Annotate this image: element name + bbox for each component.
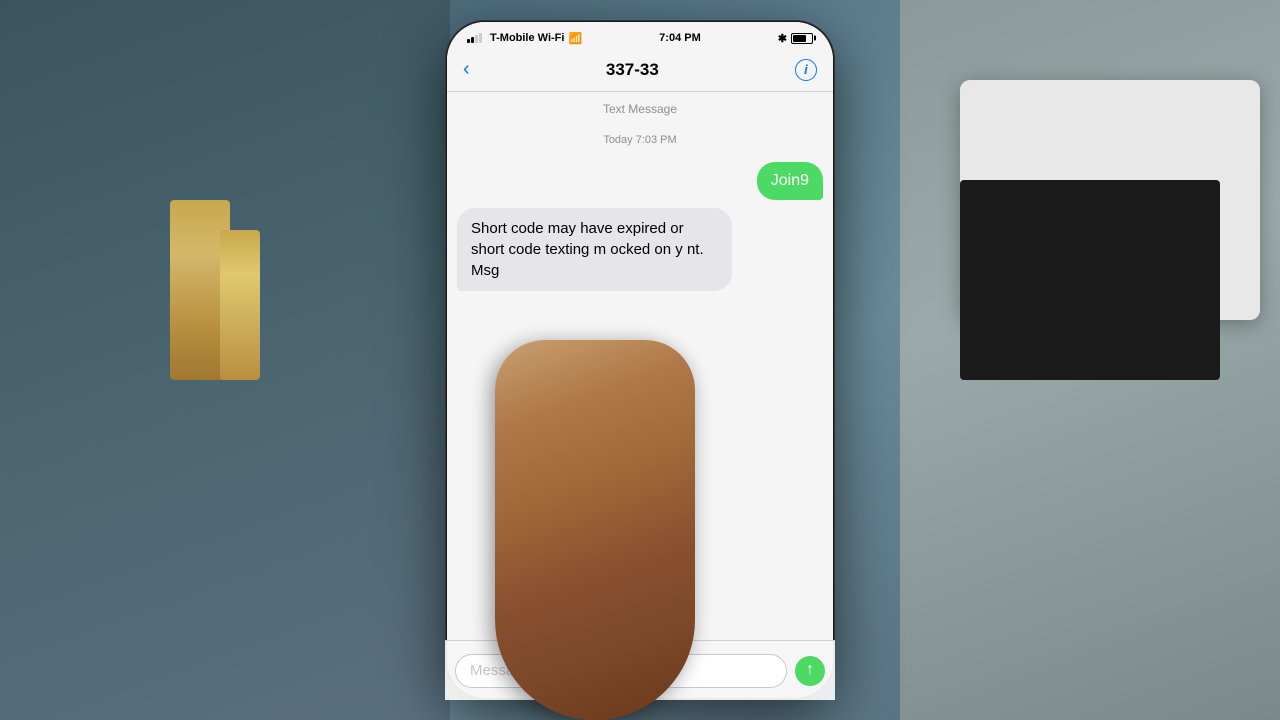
- input-bar: Message ↑: [447, 640, 833, 698]
- bar2: [471, 37, 474, 43]
- incoming-bubble: Short code may have expired or short cod…: [457, 208, 732, 291]
- bg-gold-object2: [220, 230, 260, 380]
- status-right: ✱: [778, 32, 813, 45]
- outgoing-bubble: Join9: [757, 162, 823, 200]
- status-left: T-Mobile Wi-Fi 📶: [467, 32, 582, 45]
- bar4: [479, 33, 482, 43]
- send-button[interactable]: ↑: [795, 656, 825, 686]
- signal-bars: [467, 33, 482, 43]
- time-label: 7:04 PM: [659, 32, 701, 44]
- info-button[interactable]: i: [795, 59, 817, 81]
- message-type-label: Text Message: [457, 102, 823, 116]
- back-button[interactable]: ‹: [463, 58, 470, 81]
- battery-icon: [791, 33, 813, 44]
- monitor-screen: [960, 180, 1220, 380]
- battery-fill: [793, 35, 806, 42]
- monitor-frame: [960, 80, 1260, 320]
- scene: T-Mobile Wi-Fi 📶 7:04 PM ✱ ‹ 337-33: [0, 0, 1280, 720]
- phone-wrapper: T-Mobile Wi-Fi 📶 7:04 PM ✱ ‹ 337-33: [445, 20, 835, 700]
- wifi-icon: 📶: [568, 32, 582, 45]
- message-input-placeholder: Message: [470, 662, 531, 679]
- bluetooth-icon: ✱: [778, 32, 787, 45]
- message-input[interactable]: Message: [455, 654, 787, 688]
- send-arrow-icon: ↑: [806, 661, 814, 679]
- bar1: [467, 39, 470, 43]
- status-bar: T-Mobile Wi-Fi 📶 7:04 PM ✱: [447, 22, 833, 50]
- message-area[interactable]: Text Message Today 7:03 PM Join9 Short c…: [447, 92, 833, 698]
- phone-inner: T-Mobile Wi-Fi 📶 7:04 PM ✱ ‹ 337-33: [447, 22, 833, 698]
- carrier-label: T-Mobile Wi-Fi: [490, 32, 564, 44]
- phone: T-Mobile Wi-Fi 📶 7:04 PM ✱ ‹ 337-33: [445, 20, 835, 700]
- bar3: [475, 35, 478, 43]
- nav-bar: ‹ 337-33 i: [447, 50, 833, 92]
- message-timestamp: Today 7:03 PM: [457, 134, 823, 146]
- nav-title: 337-33: [606, 60, 659, 80]
